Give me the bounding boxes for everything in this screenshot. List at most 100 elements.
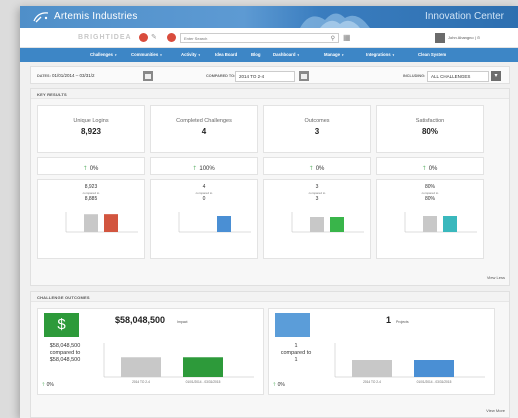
chart-bar [217, 216, 231, 232]
chat-icon[interactable]: ✎ [151, 33, 160, 42]
chart-bar [443, 216, 457, 232]
app-header: Artemis Industries Innovation Center [20, 6, 518, 28]
chart-bar [121, 357, 161, 377]
mini-compared-label: compared to [195, 191, 213, 195]
utility-bar: BRIGHTIDEA ✎ ⚲ ▦ John Ahangno | ⊙ [20, 28, 518, 48]
nav-activity[interactable]: Activity ▾ [181, 52, 200, 57]
chevron-down-icon: ▾ [198, 53, 201, 57]
mini-compared-label: compared to [421, 191, 439, 195]
mini-bar-chart [291, 212, 364, 233]
view-less-link[interactable]: View Less [487, 275, 505, 280]
projects-card: 1 Projects 1 compared to 1 🡑 0% 2014 TO 2… [268, 308, 495, 395]
arrow-up-icon: 🡑 [193, 166, 197, 172]
notification-badge[interactable] [139, 33, 148, 42]
impact-change: 🡑 0% [42, 382, 54, 388]
chevron-down-icon[interactable]: ▾ [491, 71, 501, 81]
impact-summary: $58,048,500 compared to $58,048,500 [40, 343, 90, 364]
dates-value[interactable]: 01/01/2014 – 03/31/2 [52, 73, 95, 78]
chart-bar [330, 217, 344, 232]
nav-idea-board[interactable]: Idea Board [215, 52, 237, 57]
main-nav: Challenges ▾ Communities ▾ Activity ▾ Idea … [20, 48, 518, 62]
alert-badge[interactable] [167, 33, 176, 42]
chart-bar [183, 357, 223, 377]
arrow-up-icon: 🡑 [83, 166, 87, 172]
header-art-icon [300, 13, 370, 28]
chevron-down-icon: ▾ [114, 53, 117, 57]
including-select[interactable]: ALL CHALLENGES [427, 71, 489, 82]
arrow-up-icon: 🡑 [42, 382, 45, 388]
nav-dashboard[interactable]: Dashboard ▾ [273, 52, 299, 57]
compared-to-label: COMPARED TO: [206, 74, 236, 78]
kpi-change: 🡑 0% [376, 157, 484, 175]
user-menu[interactable]: John Ahangno | ⊙ [448, 35, 480, 40]
kpi-value: 4 [201, 127, 207, 136]
innovation-center-title: Innovation Center [425, 11, 504, 22]
compared-to-select[interactable]: 2014 TO 2-4 [235, 71, 295, 82]
chevron-down-icon: ▾ [342, 53, 344, 57]
arrow-up-icon: 🡑 [422, 166, 426, 172]
dollar-icon: $ [44, 313, 79, 337]
mini-compared-value: 0 [202, 196, 206, 202]
impact-headline: $58,048,500 [115, 315, 166, 325]
chart-bar [84, 214, 98, 232]
kpi-title: Outcomes [304, 118, 330, 124]
impact-compared-label: compared to [49, 350, 81, 356]
kpi-change: 🡑 0% [37, 157, 145, 175]
impact-label: Impact [177, 320, 188, 324]
impact-compared-value: $58,048,500 [49, 357, 81, 363]
projects-value: 1 [294, 343, 298, 349]
mini-compared-value: 8,885 [84, 196, 98, 202]
chart-bar [352, 360, 392, 377]
mini-bar-chart [178, 212, 251, 233]
nav-challenges[interactable]: Challenges ▾ [90, 52, 116, 57]
artemis-logo-icon [33, 12, 49, 23]
chart-bar [310, 217, 324, 232]
projects-compared-value: 1 [294, 357, 298, 363]
mini-bar-chart [65, 212, 138, 233]
search-input[interactable] [181, 34, 321, 42]
mini-compared-label: compared to [308, 191, 326, 195]
chevron-down-icon: ▾ [160, 53, 162, 57]
impact-bar-chart: 2014 TO 2-4 01/01/2014 - 03/31/2015 [103, 343, 254, 384]
chart-bar [414, 360, 454, 377]
mini-value: 4 [202, 184, 206, 190]
calendar-icon[interactable] [299, 71, 309, 81]
chart-bar [104, 214, 118, 232]
kpi-completed-challenges: Completed Challenges 4 [150, 105, 258, 153]
impact-value: $58,048,500 [49, 343, 81, 349]
kpi-value: 3 [314, 127, 320, 136]
kpi-title: Satisfaction [415, 118, 445, 124]
dates-label: DATES: [37, 74, 51, 78]
kpi-outcomes: Outcomes 3 [263, 105, 371, 153]
key-results-section: KEY RESULTS Unique Logins 8,923 Complete… [30, 88, 510, 286]
nav-integrations[interactable]: Integrations ▾ [366, 52, 394, 57]
projects-change: 🡑 0% [273, 382, 285, 388]
apps-grid-icon[interactable]: ▦ [343, 33, 353, 42]
nav-blog[interactable]: Blog [251, 52, 261, 57]
nav-manage[interactable]: Manage ▾ [324, 52, 344, 57]
sort-icon [275, 313, 347, 360]
user-avatar[interactable] [435, 33, 445, 43]
brand-name: Artemis Industries [54, 11, 138, 22]
kpi-mini-chart: 8,923 compared to 8,885 [37, 179, 145, 259]
chevron-down-icon: ▾ [392, 53, 395, 57]
x-tick-label: 2014 TO 2-4 [132, 380, 150, 384]
page: Artemis Industries Innovation Center BRI… [20, 6, 518, 418]
kpi-mini-chart: 80% compared to 80% [376, 179, 484, 259]
view-more-link[interactable]: View More [486, 408, 505, 413]
filter-bar: DATES: 01/01/2014 – 03/31/2 COMPARED TO:… [30, 66, 510, 84]
calendar-icon[interactable] [143, 71, 153, 81]
search-icon[interactable]: ⚲ [331, 35, 335, 42]
mini-value: 80% [424, 184, 435, 190]
x-tick-label: 01/01/2014 - 03/31/2015 [186, 380, 221, 384]
mini-compared-value: 3 [315, 196, 319, 202]
mini-compared-value: 80% [424, 196, 435, 202]
nav-clean-system[interactable]: Clean System [418, 52, 446, 57]
nav-communities[interactable]: Communities ▾ [131, 52, 162, 57]
projects-bar-chart: 2014 TO 2-4 01/01/2014 - 03/31/2015 [334, 343, 485, 384]
projects-compared-label: compared to [280, 350, 312, 356]
kpi-mini-chart: 4 compared to 0 [150, 179, 258, 259]
x-tick-label: 01/01/2014 - 03/31/2015 [417, 380, 452, 384]
kpi-value: 8,923 [80, 127, 102, 136]
arrow-up-icon: 🡑 [273, 382, 276, 388]
